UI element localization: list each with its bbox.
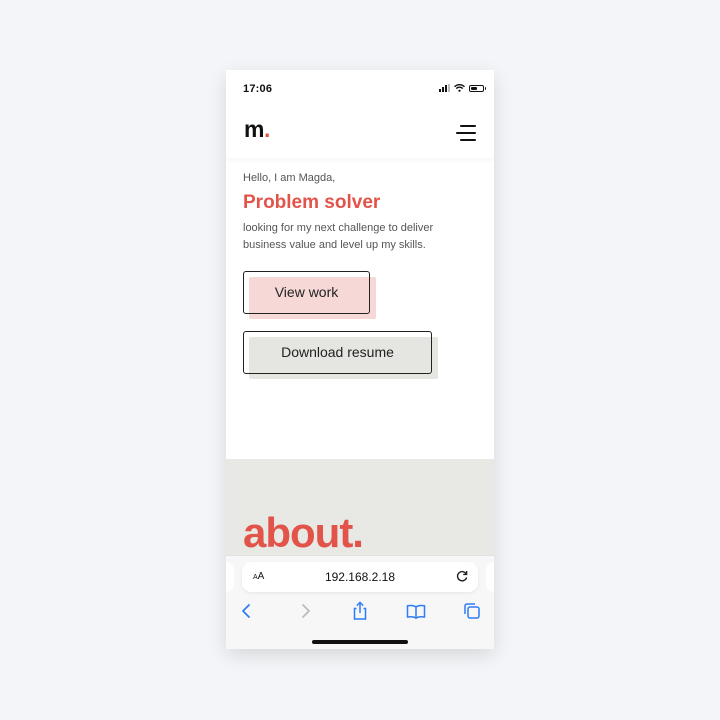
site-header: m. <box>226 110 494 158</box>
status-time: 17:06 <box>243 83 273 95</box>
menu-icon[interactable] <box>454 123 478 143</box>
reload-icon[interactable] <box>454 568 470 584</box>
previous-tab-edge[interactable] <box>226 562 234 592</box>
tabs-icon[interactable] <box>461 600 483 622</box>
status-icons <box>439 84 486 92</box>
site-logo[interactable]: m. <box>244 116 270 143</box>
share-icon[interactable] <box>349 600 371 622</box>
phone-screen: 17:06 m. Hello, I am Magda, Problem solv… <box>226 70 494 649</box>
next-tab-edge[interactable] <box>486 562 494 592</box>
greeting-text: Hello, I am Magda, <box>243 172 336 184</box>
signal-icon <box>439 84 450 92</box>
download-resume-button-wrap: Download resume <box>243 331 439 380</box>
about-title: about. <box>243 509 364 556</box>
view-work-button[interactable]: View work <box>243 271 370 314</box>
wifi-icon <box>454 84 465 92</box>
view-work-button-wrap: View work <box>243 271 377 320</box>
bookmarks-icon[interactable] <box>405 600 427 622</box>
hero-headline: Problem solver <box>243 192 381 213</box>
url-text: 192.168.2.18 <box>324 570 396 584</box>
hero-tagline: looking for my next challenge to deliver… <box>243 222 434 251</box>
status-bar: 17:06 <box>226 70 494 110</box>
back-icon[interactable] <box>236 600 258 622</box>
address-bar[interactable]: AA 192.168.2.18 <box>242 562 478 592</box>
logo-text: m <box>244 116 264 142</box>
browser-toolbar: AA 192.168.2.18 <box>226 555 494 649</box>
download-resume-button[interactable]: Download resume <box>243 331 432 374</box>
forward-icon[interactable] <box>294 600 316 622</box>
logo-dot: . <box>263 116 270 142</box>
browser-nav <box>226 600 494 624</box>
battery-icon <box>469 84 486 92</box>
home-indicator[interactable] <box>312 640 408 644</box>
